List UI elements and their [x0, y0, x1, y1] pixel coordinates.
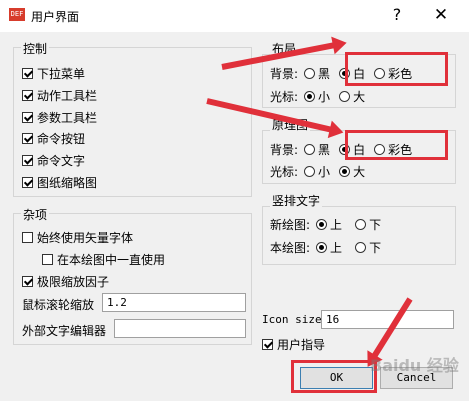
checkbox-label: 命令按钮 — [37, 132, 86, 146]
checkbox-label: 在本绘图中一直使用 — [57, 253, 166, 267]
icon-size-label: Icon size — [262, 313, 322, 326]
radio-label: 上 — [330, 218, 343, 232]
checkbox-dropdown-menu[interactable]: 下拉菜单 — [22, 65, 85, 82]
this-drawing-up[interactable]: 上 — [316, 239, 342, 256]
checkbox-user-guide[interactable]: 用户指导 — [262, 336, 325, 353]
checkbox-limit-zoom[interactable]: 极限缩放因子 — [22, 273, 109, 290]
radio-circle[interactable] — [316, 242, 328, 253]
highlight-box-layout-white — [345, 52, 448, 86]
this-drawing-label: 本绘图: — [270, 241, 311, 255]
title-bar: DEF 用户界面 ? ✕ — [0, 0, 469, 32]
radio-circle[interactable] — [339, 166, 351, 177]
vertical-text-group-border — [262, 206, 456, 265]
checkbox-label: 图纸缩略图 — [37, 176, 98, 190]
checkbox-box[interactable] — [262, 339, 273, 350]
schematic-cursor-row: 光标: 小 大 — [270, 163, 374, 180]
radio-circle[interactable] — [304, 166, 316, 177]
watermark: Baidu 经验 — [370, 356, 459, 375]
layout-cursor-large[interactable]: 大 — [339, 88, 365, 105]
checkbox-box[interactable] — [22, 112, 33, 123]
layout-bg-black[interactable]: 黑 — [304, 65, 330, 82]
checkbox-action-toolbar[interactable]: 动作工具栏 — [22, 87, 97, 104]
schematic-cursor-label: 光标: — [270, 165, 299, 179]
radio-circle[interactable] — [304, 144, 316, 155]
radio-label: 大 — [353, 165, 366, 179]
new-drawing-row: 新绘图: 上 下 — [270, 216, 390, 233]
layout-cursor-label: 光标: — [270, 90, 299, 104]
checkbox-label: 动作工具栏 — [37, 89, 98, 103]
new-drawing-down[interactable]: 下 — [355, 216, 381, 233]
schematic-background-label: 背景: — [270, 143, 299, 157]
schematic-bg-black[interactable]: 黑 — [304, 141, 330, 158]
radio-label: 下 — [369, 241, 382, 255]
vertical-text-group-title: 竖排文字 — [270, 192, 323, 209]
checkbox-label: 下拉菜单 — [37, 67, 86, 81]
window-title: 用户界面 — [31, 10, 80, 24]
schematic-cursor-large[interactable]: 大 — [339, 163, 365, 180]
this-drawing-row: 本绘图: 上 下 — [270, 239, 390, 256]
external-editor-input[interactable] — [114, 319, 246, 338]
control-group-title: 控制 — [21, 40, 50, 57]
checkbox-box[interactable] — [22, 90, 33, 101]
new-drawing-up[interactable]: 上 — [316, 216, 342, 233]
layout-background-label: 背景: — [270, 67, 299, 81]
checkbox-param-toolbar[interactable]: 参数工具栏 — [22, 109, 97, 126]
misc-group-title: 杂项 — [21, 206, 50, 223]
radio-label: 大 — [353, 90, 366, 104]
checkbox-always-in-drawing[interactable]: 在本绘图中一直使用 — [42, 251, 165, 268]
this-drawing-down[interactable]: 下 — [355, 239, 381, 256]
wheel-zoom-input[interactable]: 1.2 — [102, 293, 246, 312]
checkbox-box[interactable] — [42, 254, 53, 265]
checkbox-box[interactable] — [22, 155, 33, 166]
new-drawing-label: 新绘图: — [270, 218, 311, 232]
wheel-zoom-label: 鼠标滚轮缩放 — [22, 298, 95, 312]
help-button[interactable]: ? — [382, 4, 412, 26]
checkbox-thumbnails[interactable]: 图纸缩略图 — [22, 174, 97, 191]
app-icon: DEF — [9, 8, 25, 21]
radio-label: 下 — [369, 218, 382, 232]
checkbox-label: 参数工具栏 — [37, 111, 98, 125]
radio-circle[interactable] — [355, 242, 367, 253]
checkbox-label: 极限缩放因子 — [37, 275, 110, 289]
layout-cursor-row: 光标: 小 大 — [270, 88, 374, 105]
layout-cursor-small[interactable]: 小 — [304, 88, 330, 105]
radio-circle[interactable] — [304, 91, 316, 102]
checkbox-label: 命令文字 — [37, 154, 86, 168]
checkbox-label: 始终使用矢量字体 — [37, 231, 134, 245]
radio-label: 小 — [318, 90, 331, 104]
icon-size-input[interactable]: 16 — [321, 310, 454, 329]
radio-circle[interactable] — [316, 219, 328, 230]
checkbox-box[interactable] — [22, 177, 33, 188]
checkbox-command-buttons[interactable]: 命令按钮 — [22, 130, 85, 147]
checkbox-command-text[interactable]: 命令文字 — [22, 152, 85, 169]
checkbox-box[interactable] — [22, 232, 33, 243]
radio-circle[interactable] — [339, 91, 351, 102]
checkbox-box[interactable] — [22, 68, 33, 79]
highlight-box-schematic-white — [345, 130, 448, 160]
radio-circle[interactable] — [355, 219, 367, 230]
checkbox-always-vector-font[interactable]: 始终使用矢量字体 — [22, 229, 133, 246]
radio-circle[interactable] — [304, 68, 316, 79]
radio-label: 小 — [318, 165, 331, 179]
external-editor-label: 外部文字编辑器 — [22, 324, 107, 338]
checkbox-box[interactable] — [22, 133, 33, 144]
checkbox-label: 用户指导 — [277, 338, 326, 352]
radio-label: 上 — [330, 241, 343, 255]
radio-label: 黑 — [318, 67, 331, 81]
radio-label: 黑 — [318, 143, 331, 157]
checkbox-box[interactable] — [22, 276, 33, 287]
schematic-cursor-small[interactable]: 小 — [304, 163, 330, 180]
close-button[interactable]: ✕ — [426, 4, 456, 26]
